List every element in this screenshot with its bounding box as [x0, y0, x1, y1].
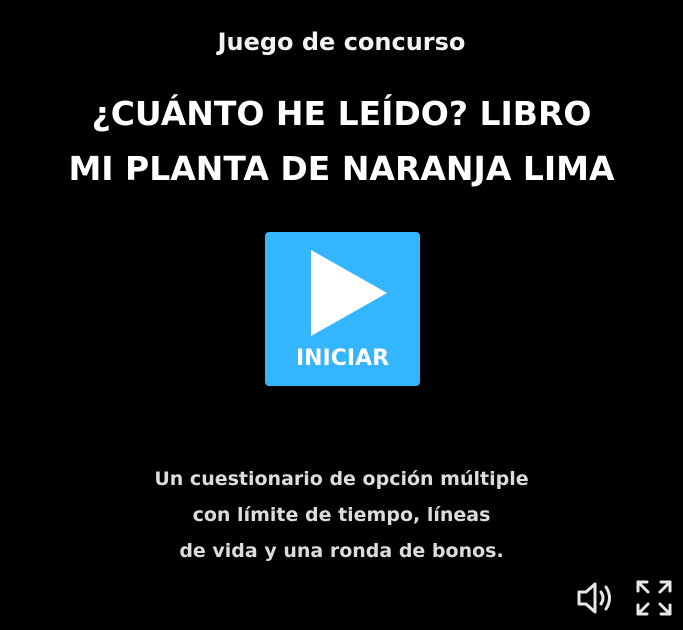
sound-toggle-button[interactable] — [576, 580, 616, 616]
game-type-label: Juego de concurso — [217, 28, 466, 56]
description-line-3: de vida y una ronda de bonos. — [179, 540, 504, 562]
game-description: Un cuestionario de opción múltiple con l… — [0, 461, 683, 569]
title-line-1: ¿CUÁNTO HE LEÍDO? LIBRO — [91, 94, 592, 133]
start-button[interactable]: INICIAR — [265, 232, 420, 386]
page-title: ¿CUÁNTO HE LEÍDO? LIBRO MI PLANTA DE NAR… — [0, 86, 683, 196]
description-line-1: Un cuestionario de opción múltiple — [154, 468, 529, 490]
fullscreen-button[interactable] — [634, 578, 674, 618]
start-button-label: INICIAR — [295, 346, 390, 371]
fullscreen-icon — [636, 580, 672, 616]
title-line-2: MI PLANTA DE NARANJA LIMA — [68, 149, 615, 188]
description-line-2: con límite de tiempo, líneas — [192, 504, 491, 526]
volume-icon — [577, 582, 611, 614]
play-icon — [311, 250, 387, 336]
